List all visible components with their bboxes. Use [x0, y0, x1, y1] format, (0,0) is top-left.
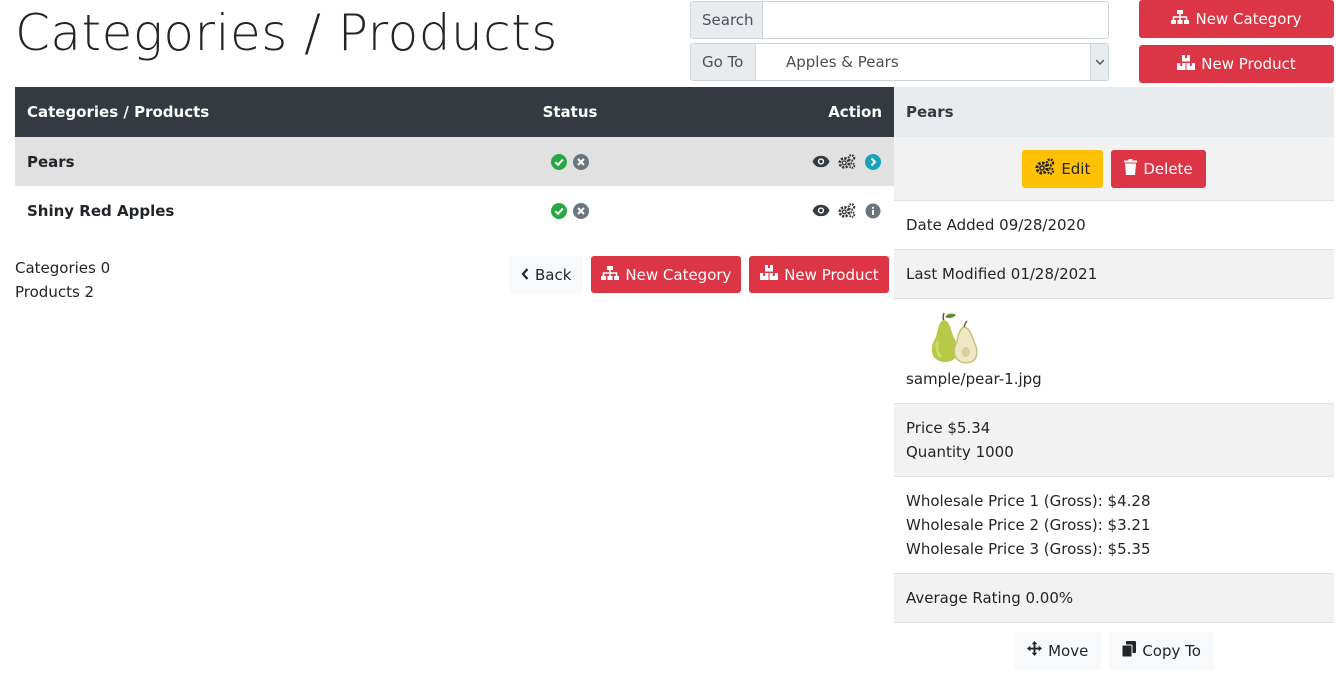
- image-filename: sample/pear-1.jpg: [906, 370, 1042, 388]
- new-category-label: New Category: [625, 265, 732, 284]
- arrows-move-icon: [1027, 641, 1043, 660]
- image-section: sample/pear-1.jpg: [894, 299, 1334, 404]
- search-input[interactable]: [763, 1, 1109, 39]
- price: Price $5.34: [906, 419, 991, 437]
- table-row[interactable]: Shiny Red Apples: [15, 186, 894, 235]
- cogs-icon[interactable]: [838, 153, 856, 171]
- date-added: Date Added 09/28/2020: [906, 216, 1086, 234]
- products-count: Products 2: [15, 283, 95, 301]
- last-modified: Last Modified 01/28/2021: [906, 265, 1098, 283]
- chevron-down-icon[interactable]: [1090, 44, 1108, 80]
- times-circle-icon[interactable]: [572, 202, 590, 220]
- panel-footer-actions: Move Copy To: [894, 623, 1334, 678]
- copy-icon: [1121, 640, 1137, 661]
- goto-group: Go To Apples & Pears: [690, 43, 1109, 81]
- new-category-button[interactable]: New Category: [591, 256, 742, 293]
- header-new-category-label: New Category: [1195, 10, 1302, 28]
- column-header-name[interactable]: Categories / Products: [15, 103, 505, 121]
- sitemap-icon: [1171, 10, 1190, 28]
- times-circle-icon[interactable]: [572, 153, 590, 171]
- copy-to-label: Copy To: [1142, 641, 1201, 660]
- date-added-section: Date Added 09/28/2020: [894, 201, 1334, 250]
- move-label: Move: [1048, 641, 1089, 660]
- column-header-status: Status: [542, 103, 598, 121]
- check-circle-icon[interactable]: [550, 153, 568, 171]
- chevron-right-circle-icon[interactable]: [864, 153, 882, 171]
- bottom-actions: Back New Category New Product: [509, 256, 890, 293]
- page-title: Categories / Products: [15, 4, 558, 62]
- last-modified-section: Last Modified 01/28/2021: [894, 250, 1334, 299]
- check-circle-icon[interactable]: [550, 202, 568, 220]
- table-header: Categories / Products Status Action: [15, 87, 894, 137]
- copy-to-button[interactable]: Copy To: [1109, 631, 1214, 670]
- new-product-label: New Product: [784, 265, 879, 284]
- row-name[interactable]: Shiny Red Apples: [15, 202, 505, 220]
- boxes-icon: [1177, 54, 1196, 74]
- cogs-icon: [1035, 158, 1055, 179]
- panel-edit-actions: Edit Delete: [894, 137, 1334, 201]
- categories-count: Categories 0: [15, 259, 111, 277]
- search-group: Search: [690, 1, 1109, 39]
- wholesale-price-3: Wholesale Price 3 (Gross): $5.35: [906, 540, 1151, 558]
- wholesale-price-1: Wholesale Price 1 (Gross): $4.28: [906, 492, 1151, 510]
- row-name[interactable]: Pears: [15, 153, 505, 171]
- row-status: [505, 202, 635, 220]
- row-actions: [635, 202, 894, 220]
- categories-products-table: Categories / Products Status Action Pear…: [15, 87, 894, 235]
- back-button[interactable]: Back: [509, 256, 584, 293]
- average-rating: Average Rating 0.00%: [906, 589, 1074, 607]
- product-detail-panel: Pears Edit Delete Date Added 09/28/2020 …: [894, 87, 1334, 678]
- trash-icon: [1124, 158, 1138, 179]
- chevron-left-icon: [521, 266, 529, 284]
- back-label: Back: [535, 265, 572, 284]
- goto-label: Go To: [690, 43, 756, 81]
- eye-icon[interactable]: [812, 153, 830, 171]
- price-section: Price $5.34 Quantity 1000: [894, 404, 1334, 477]
- search-label: Search: [690, 1, 763, 39]
- delete-button[interactable]: Delete: [1111, 149, 1206, 188]
- delete-label: Delete: [1143, 159, 1193, 178]
- wholesale-price-2: Wholesale Price 2 (Gross): $3.21: [906, 516, 1151, 534]
- header-new-product-button[interactable]: New Product: [1139, 45, 1334, 83]
- header-new-product-label: New Product: [1201, 55, 1296, 73]
- move-button[interactable]: Move: [1014, 631, 1102, 670]
- boxes-icon: [760, 265, 779, 284]
- wholesale-section: Wholesale Price 1 (Gross): $4.28 Wholesa…: [894, 477, 1334, 574]
- cogs-icon[interactable]: [838, 202, 856, 220]
- row-status: [505, 153, 635, 171]
- quantity: Quantity 1000: [906, 443, 1014, 461]
- goto-select[interactable]: Apples & Pears: [756, 43, 1109, 81]
- edit-button[interactable]: Edit: [1022, 149, 1104, 188]
- eye-icon[interactable]: [812, 202, 830, 220]
- goto-selected-value: Apples & Pears: [786, 53, 899, 71]
- sitemap-icon: [601, 265, 620, 284]
- column-header-action: Action: [828, 103, 882, 121]
- panel-title: Pears: [894, 87, 1334, 137]
- rating-section: Average Rating 0.00%: [894, 574, 1334, 623]
- info-circle-icon[interactable]: [864, 202, 882, 220]
- header-new-category-button[interactable]: New Category: [1139, 0, 1334, 38]
- new-product-button[interactable]: New Product: [749, 256, 890, 293]
- product-image[interactable]: [926, 311, 990, 367]
- table-row[interactable]: Pears: [15, 137, 894, 186]
- edit-label: Edit: [1061, 159, 1091, 178]
- counts: Categories 0 Products 2: [15, 256, 110, 304]
- row-actions: [635, 153, 894, 171]
